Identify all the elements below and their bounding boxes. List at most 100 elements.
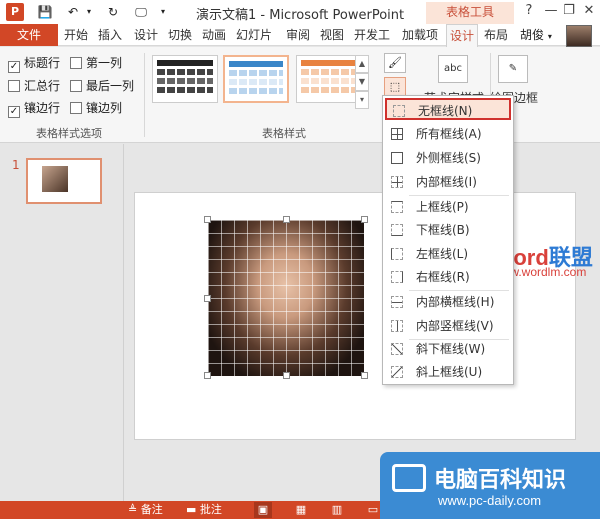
tab-developer[interactable]: 开发工 <box>352 24 392 46</box>
tab-design[interactable]: 设计 <box>132 24 160 46</box>
option-total-row[interactable]: 汇总行 <box>8 78 60 94</box>
table-style-thumb[interactable] <box>296 55 362 103</box>
avatar[interactable] <box>566 25 592 47</box>
option-banded-rows[interactable]: ✓ 镶边行 <box>8 100 60 118</box>
option-label: 汇总行 <box>24 79 61 93</box>
diagonal-up-border-icon <box>391 366 403 378</box>
save-icon[interactable]: 💾 <box>36 3 54 21</box>
present-icon[interactable]: 🖵 <box>132 3 150 21</box>
table-grid <box>208 220 364 376</box>
checkbox-icon <box>70 80 82 92</box>
menu-item-label: 上框线(P) <box>416 200 469 214</box>
menu-item-all-borders[interactable]: 所有框线(A) <box>385 123 511 145</box>
tab-insert[interactable]: 插入 <box>96 24 124 46</box>
option-label: 标题行 <box>24 56 61 70</box>
slide-thumbnail[interactable] <box>26 158 102 204</box>
tab-home[interactable]: 开始 <box>62 24 90 46</box>
menu-item-label: 下框线(B) <box>416 223 470 237</box>
option-first-column[interactable]: 第一列 <box>70 55 122 71</box>
option-last-column[interactable]: 最后一列 <box>70 78 134 94</box>
slide-thumbnail-pane: 1 <box>0 144 124 501</box>
brand-name: 电脑百科知识 <box>434 468 567 493</box>
menu-item-left-border[interactable]: 左框线(L) <box>385 243 511 265</box>
tab-view[interactable]: 视图 <box>318 24 346 46</box>
tab-table-layout[interactable]: 布局 <box>482 24 510 46</box>
brand-watermark: 电脑百科知识 www.pc-daily.com <box>380 452 600 519</box>
option-label: 第一列 <box>86 56 123 70</box>
shading-icon[interactable]: 🖌 <box>384 53 406 73</box>
inside-borders-icon <box>391 176 403 188</box>
option-banded-columns[interactable]: 镶边列 <box>70 100 122 116</box>
resize-handle[interactable] <box>204 216 211 223</box>
tab-transitions[interactable]: 切换 <box>166 24 194 46</box>
menu-item-outside-borders[interactable]: 外侧框线(S) <box>385 147 511 169</box>
menu-item-inside-vertical[interactable]: 内部竖框线(V) <box>385 315 511 337</box>
comments-icon: ▬ <box>186 503 197 516</box>
gallery-down-icon[interactable]: ▼ <box>355 73 369 91</box>
tab-animations[interactable]: 动画 <box>200 24 228 46</box>
menu-item-inside-borders[interactable]: 内部框线(I) <box>385 171 511 193</box>
checkbox-icon <box>70 102 82 114</box>
restore-button[interactable]: ❐ <box>558 0 580 22</box>
gallery-up-icon[interactable]: ▲ <box>355 55 369 73</box>
redo-icon[interactable]: ↻ <box>104 3 122 21</box>
all-borders-icon <box>391 128 403 140</box>
menu-item-top-border[interactable]: 上框线(P) <box>385 196 511 218</box>
menu-item-right-border[interactable]: 右框线(R) <box>385 266 511 288</box>
slide-number: 1 <box>12 158 20 172</box>
resize-handle[interactable] <box>361 372 368 379</box>
slide-sorter-icon[interactable]: ▦ <box>292 502 310 518</box>
tab-addins[interactable]: 加载项 <box>400 24 440 46</box>
divider <box>144 53 145 137</box>
draw-border-icon[interactable]: ✎ <box>498 55 528 83</box>
menu-item-no-border[interactable]: 无框线(N) <box>385 98 511 120</box>
close-button[interactable]: ✕ <box>578 0 600 22</box>
window-title: 演示文稿1 - Microsoft PowerPoint <box>196 8 405 23</box>
normal-view-icon[interactable]: ▣ <box>254 502 272 518</box>
comments-button[interactable]: ▬ 批注 <box>186 502 222 518</box>
customize-toolbar-icon[interactable]: ▾ <box>154 3 172 21</box>
tab-table-design[interactable]: 设计 <box>446 24 478 47</box>
title-bar: P 💾 ↶ ▾ ↻ 🖵 ▾ 演示文稿1 - Microsoft PowerPoi… <box>0 0 600 24</box>
resize-handle[interactable] <box>361 216 368 223</box>
menu-item-inside-horizontal[interactable]: 内部横框线(H) <box>385 291 511 313</box>
reading-view-icon[interactable]: ▥ <box>328 502 346 518</box>
option-header-row[interactable]: ✓ 标题行 <box>8 55 61 73</box>
gallery-more-icon[interactable]: ▾ <box>355 91 369 109</box>
no-border-icon <box>393 105 405 117</box>
menu-item-label: 内部框线(I) <box>416 175 477 189</box>
menu-item-bottom-border[interactable]: 下框线(B) <box>385 219 511 241</box>
tab-slideshow[interactable]: 幻灯片 <box>234 24 274 46</box>
inside-vertical-border-icon <box>391 320 403 332</box>
menu-item-diagonal-down[interactable]: 斜下框线(W) <box>385 338 511 360</box>
table-style-thumb[interactable] <box>152 55 218 103</box>
brand-url: www.pc-daily.com <box>438 493 542 508</box>
table-photo[interactable] <box>208 220 364 376</box>
resize-handle[interactable] <box>283 216 290 223</box>
monitor-icon <box>392 464 426 492</box>
resize-handle[interactable] <box>204 372 211 379</box>
art-text-icon[interactable]: abc <box>438 55 468 83</box>
borders-button[interactable]: ⬚ <box>384 77 406 97</box>
comments-label: 批注 <box>199 503 222 516</box>
tab-review[interactable]: 审阅 <box>284 24 312 46</box>
group-label-table-styles: 表格样式 <box>262 127 306 140</box>
table-tools-label: 表格工具 <box>426 2 514 24</box>
user-name[interactable]: 胡俊 ▾ <box>520 24 552 46</box>
resize-handle[interactable] <box>283 372 290 379</box>
undo-dropdown-icon[interactable]: ▾ <box>80 3 98 21</box>
tab-file[interactable]: 文件 <box>0 24 58 46</box>
notes-button[interactable]: ≜ 备注 <box>128 502 163 518</box>
inside-horizontal-border-icon <box>391 296 403 308</box>
user-name-label: 胡俊 <box>520 28 545 42</box>
menu-item-label: 内部竖框线(V) <box>416 319 494 333</box>
thumbnail-photo <box>42 166 68 192</box>
resize-handle[interactable] <box>204 295 211 302</box>
checkbox-icon <box>8 80 20 92</box>
option-label: 镶边列 <box>86 101 123 115</box>
menu-item-label: 斜下框线(W) <box>416 342 486 356</box>
menu-item-diagonal-up[interactable]: 斜上框线(U) <box>385 361 511 383</box>
table-style-thumb-selected[interactable] <box>223 55 289 103</box>
notes-label: 备注 <box>140 503 163 516</box>
help-button[interactable]: ? <box>518 0 540 22</box>
